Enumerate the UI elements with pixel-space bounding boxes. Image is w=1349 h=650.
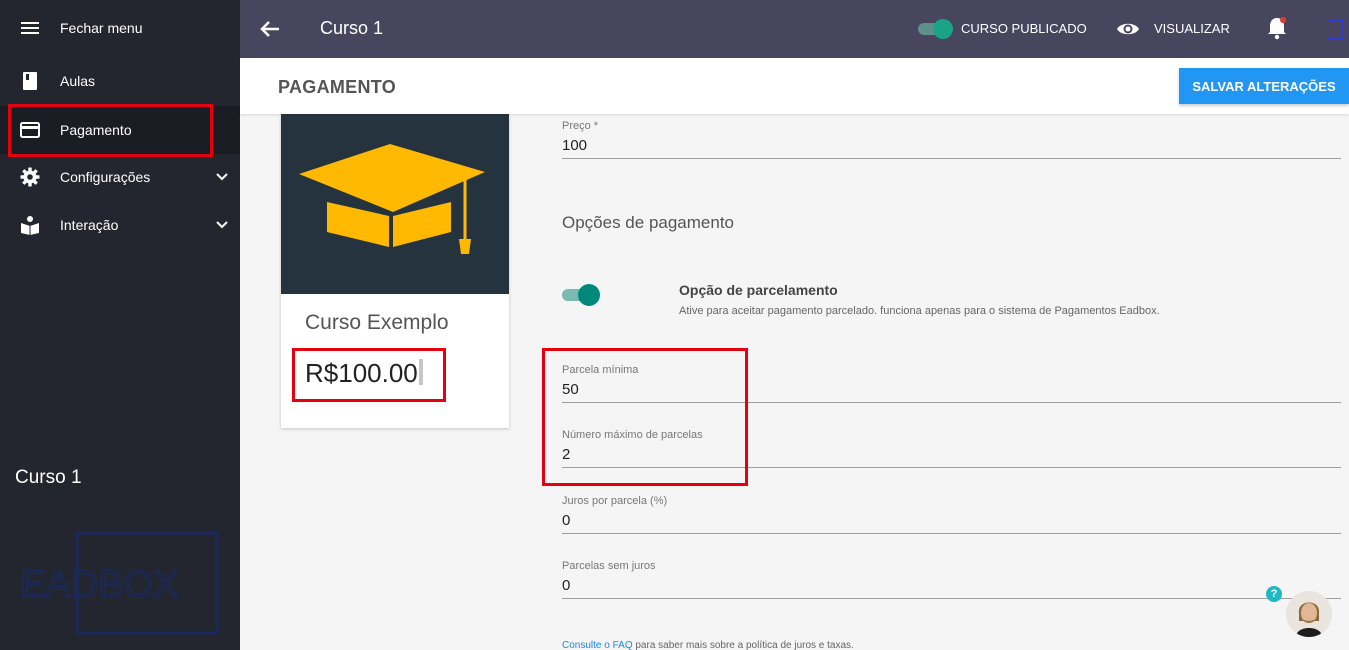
max-installments-field: Número máximo de parcelas: [562, 429, 1341, 473]
chevron-down-icon[interactable]: [214, 217, 230, 233]
installment-toggle[interactable]: [562, 284, 600, 306]
page-title: PAGAMENTO: [278, 77, 397, 97]
chevron-down-icon[interactable]: [214, 169, 230, 185]
min-installment-label: Parcela mínima: [562, 364, 639, 376]
sidebar-item-label: Configurações: [60, 169, 151, 185]
view-button[interactable]: VISUALIZAR: [1154, 21, 1230, 36]
course-title: Curso 1: [320, 18, 384, 38]
sidebar: Fechar menu Aulas Pagamento Configuraçõe…: [0, 0, 240, 650]
save-changes-button[interactable]: SALVAR ALTERAÇÕES: [1179, 68, 1349, 104]
hamburger-icon: [21, 22, 39, 34]
publish-toggle[interactable]: [916, 19, 953, 39]
screen-capture-icon[interactable]: [1326, 18, 1344, 40]
max-installments-label: Número máximo de parcelas: [562, 429, 703, 441]
sidebar-item-interacao[interactable]: Interação: [0, 201, 240, 249]
payment-options-title: Opções de pagamento: [562, 213, 735, 232]
faq-link[interactable]: Consulte o FAQ: [562, 640, 633, 650]
installment-option-description: Ative para aceitar pagamento parcelado. …: [679, 305, 1160, 317]
price-field: Preço *: [562, 120, 1341, 164]
course-card: Curso Exemplo R$100.00: [281, 114, 509, 428]
sidebar-item-label: Interação: [60, 217, 119, 233]
person-avatar-icon: [1286, 591, 1332, 637]
sidebar-item-configuracoes[interactable]: Configurações: [0, 153, 240, 201]
course-name: Curso Exemplo: [305, 311, 449, 334]
installment-option-title: Opção de parcelamento: [679, 282, 838, 298]
min-installment-field: Parcela mínima: [562, 364, 1341, 408]
eye-icon[interactable]: [1116, 18, 1140, 40]
sidebar-item-pagamento[interactable]: Pagamento: [0, 106, 240, 154]
course-price-value: R$100.00: [305, 358, 418, 388]
text-cursor: [418, 359, 423, 385]
price-label: Preço *: [562, 120, 599, 132]
sidebar-course-name: Curso 1: [15, 467, 82, 488]
interest-input[interactable]: [562, 509, 1341, 531]
underline: [562, 598, 1341, 599]
interest-label: Juros por parcela (%): [562, 495, 668, 507]
back-arrow-icon[interactable]: [258, 17, 282, 41]
interest-free-field: Parcelas sem juros: [562, 560, 1341, 604]
underline: [562, 533, 1341, 534]
help-icon[interactable]: ?: [1266, 586, 1282, 602]
faq-note-text: para saber mais sobre a política de juro…: [632, 640, 854, 650]
faq-note: Consulte o FAQ para saber mais sobre a p…: [562, 640, 854, 650]
interest-free-label: Parcelas sem juros: [562, 560, 656, 572]
menu-toggle[interactable]: Fechar menu: [0, 4, 240, 52]
top-bar: Curso 1 CURSO PUBLICADO VISUALIZAR: [240, 0, 1349, 58]
menu-toggle-label: Fechar menu: [60, 20, 143, 36]
svg-text:EADBOX: EADBOX: [20, 564, 178, 606]
graduation-cap-icon: [299, 144, 485, 254]
sidebar-item-label: Aulas: [60, 73, 96, 89]
credit-card-icon: [20, 122, 40, 138]
support-avatar[interactable]: [1286, 591, 1332, 637]
underline: [562, 467, 1341, 468]
eadbox-logo: EADBOX: [20, 531, 219, 635]
sidebar-item-aulas[interactable]: Aulas: [0, 57, 240, 105]
course-image: [281, 114, 509, 294]
interest-field: Juros por parcela (%): [562, 495, 1341, 539]
gear-icon: [20, 167, 40, 187]
interest-free-input[interactable]: [562, 574, 1341, 596]
underline: [562, 158, 1341, 159]
bell-icon[interactable]: [1266, 16, 1288, 40]
book-icon: [23, 72, 37, 90]
min-installment-input[interactable]: [562, 378, 1341, 400]
max-installments-input[interactable]: [562, 443, 1341, 465]
page-header: PAGAMENTO SALVAR ALTERAÇÕES: [240, 58, 1349, 114]
course-price: R$100.00: [305, 358, 423, 389]
price-input[interactable]: [562, 134, 1341, 156]
published-label: CURSO PUBLICADO: [961, 21, 1087, 36]
sidebar-item-label: Pagamento: [60, 122, 132, 138]
underline: [562, 402, 1341, 403]
reader-icon: [21, 216, 39, 235]
